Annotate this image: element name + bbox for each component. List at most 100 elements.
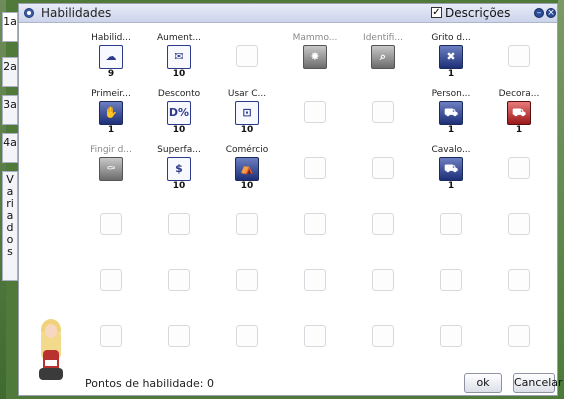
cart-icon[interactable]: ⊡ xyxy=(235,101,259,125)
skill-item[interactable]: Primeir... ✋ 1 xyxy=(81,89,141,136)
empty-skill-slot xyxy=(304,269,326,291)
empty-skill-slot xyxy=(100,325,122,347)
empty-skill-slot xyxy=(372,325,394,347)
minimize-button[interactable]: – xyxy=(534,8,544,18)
skill-item[interactable]: Decora... ⛟ 1 xyxy=(489,89,549,136)
discount-icon[interactable]: D% xyxy=(167,101,191,125)
skill-name: Decora... xyxy=(498,89,540,99)
skill-name: Grito d... xyxy=(431,33,471,43)
magnifier-icon[interactable]: ⌕ xyxy=(371,45,395,69)
skill-name: Primeir... xyxy=(91,89,131,99)
empty-skill-slot xyxy=(304,157,326,179)
skill-level xyxy=(285,69,345,80)
tab-variados[interactable]: Variados xyxy=(2,171,18,281)
empty-skill-slot xyxy=(304,213,326,235)
skill-name: Usar C... xyxy=(227,89,267,99)
skill-item[interactable]: Habilid... ☁ 9 xyxy=(81,33,141,80)
skill-level: 10 xyxy=(240,125,254,135)
empty-skill-slot xyxy=(236,213,258,235)
tab-2a-label: 2a xyxy=(3,60,17,73)
descricoes-checkbox[interactable]: ✓ xyxy=(431,7,442,18)
empty-skill-slot xyxy=(508,269,530,291)
character-avatar xyxy=(39,319,63,380)
cancel-button[interactable]: Cancelar xyxy=(513,373,563,393)
skill-name: Person... xyxy=(431,89,471,99)
empty-skill-slot xyxy=(100,269,122,291)
empty-skill-slot xyxy=(508,213,530,235)
skill-item[interactable]: Fingir d... ⚰ xyxy=(81,145,141,192)
skill-level xyxy=(81,181,141,192)
overcharge-icon[interactable]: $ xyxy=(167,157,191,181)
cart-custom-icon[interactable]: ⛟ xyxy=(439,101,463,125)
empty-skill-slot xyxy=(372,269,394,291)
skill-name: Desconto xyxy=(157,89,201,99)
skill-level: 1 xyxy=(515,125,523,135)
skill-name: Comércio xyxy=(225,145,269,155)
explosion-icon[interactable]: ✸ xyxy=(303,45,327,69)
cart-decoration-icon[interactable]: ⛟ xyxy=(507,101,531,125)
skill-name: Cavalo... xyxy=(431,145,471,155)
skill-name: Mammo... xyxy=(292,33,338,43)
skill-item[interactable]: Superfa... $10 xyxy=(149,145,209,192)
empty-skill-slot xyxy=(440,213,462,235)
empty-skill-slot xyxy=(236,45,258,67)
skill-name: Habilid... xyxy=(91,33,131,43)
cloud-icon[interactable]: ☁ xyxy=(99,45,123,69)
skill-level: 1 xyxy=(447,125,455,135)
tab-1a[interactable]: 1a xyxy=(2,12,18,42)
empty-skill-slot xyxy=(100,213,122,235)
skill-level: 10 xyxy=(172,181,186,191)
hand-icon[interactable]: ✋ xyxy=(99,101,123,125)
skill-name: Superfa... xyxy=(157,145,201,155)
skill-item[interactable]: Desconto D% 10 xyxy=(149,89,209,136)
skill-item[interactable]: Usar C... ⊡ 10 xyxy=(217,89,277,136)
skill-name: Fingir d... xyxy=(90,145,132,155)
tab-4a[interactable]: 4a xyxy=(2,133,18,163)
skill-level: 1 xyxy=(107,125,115,135)
skill-item[interactable]: Aument... ✉ 10 xyxy=(149,33,209,80)
empty-skill-slot xyxy=(168,269,190,291)
empty-skill-slot xyxy=(372,157,394,179)
skill-level xyxy=(353,69,413,80)
skill-item[interactable]: Cavalo... ⛟ 1 xyxy=(421,145,481,192)
skill-level: 10 xyxy=(172,125,186,135)
empty-skill-slot xyxy=(168,213,190,235)
empty-skill-slot xyxy=(508,157,530,179)
shout-icon[interactable]: ✖ xyxy=(439,45,463,69)
empty-skill-slot xyxy=(440,325,462,347)
empty-skill-slot xyxy=(168,325,190,347)
empty-skill-slot xyxy=(304,101,326,123)
skill-points: Pontos de habilidade: 0 xyxy=(85,377,214,390)
skill-level: 10 xyxy=(172,69,186,79)
tab-2a[interactable]: 2a xyxy=(2,57,18,87)
vending-icon[interactable]: ⛺ xyxy=(235,157,259,181)
tab-variados-label: Variados xyxy=(6,173,14,258)
empty-skill-slot xyxy=(372,213,394,235)
empty-skill-slot xyxy=(508,325,530,347)
skill-item[interactable]: Comércio ⛺ 10 xyxy=(217,145,277,192)
cart-bag-icon[interactable]: ✉ xyxy=(167,45,191,69)
window-title: Habilidades xyxy=(41,6,112,20)
tab-3a[interactable]: 3a xyxy=(2,95,18,125)
skill-level: 9 xyxy=(107,69,115,79)
skills-window: Habilidades ✓ Descrições – × Habilid... ☁… xyxy=(18,3,563,396)
skill-item[interactable]: Mammo... ✸ xyxy=(285,33,345,80)
close-button[interactable]: × xyxy=(546,8,556,18)
fake-death-icon[interactable]: ⚰ xyxy=(99,157,123,181)
skill-level: 1 xyxy=(447,181,455,191)
ok-button[interactable]: ok xyxy=(464,373,502,393)
tab-4a-label: 4a xyxy=(3,136,17,149)
window-menu-icon xyxy=(24,8,34,18)
tab-3a-label: 3a xyxy=(3,98,17,111)
empty-skill-slot xyxy=(372,101,394,123)
descricoes-label: Descrições xyxy=(445,6,511,20)
skill-level: 1 xyxy=(447,69,455,79)
skill-item[interactable]: Identifi... ⌕ xyxy=(353,33,413,80)
background-right xyxy=(558,0,564,399)
title-bar[interactable]: Habilidades ✓ Descrições – × xyxy=(19,4,557,23)
skill-item[interactable]: Grito d... ✖ 1 xyxy=(421,33,481,80)
skill-item[interactable]: Person... ⛟ 1 xyxy=(421,89,481,136)
tab-1a-label: 1a xyxy=(3,15,17,28)
cart-boost-icon[interactable]: ⛟ xyxy=(439,157,463,181)
empty-skill-slot xyxy=(440,269,462,291)
